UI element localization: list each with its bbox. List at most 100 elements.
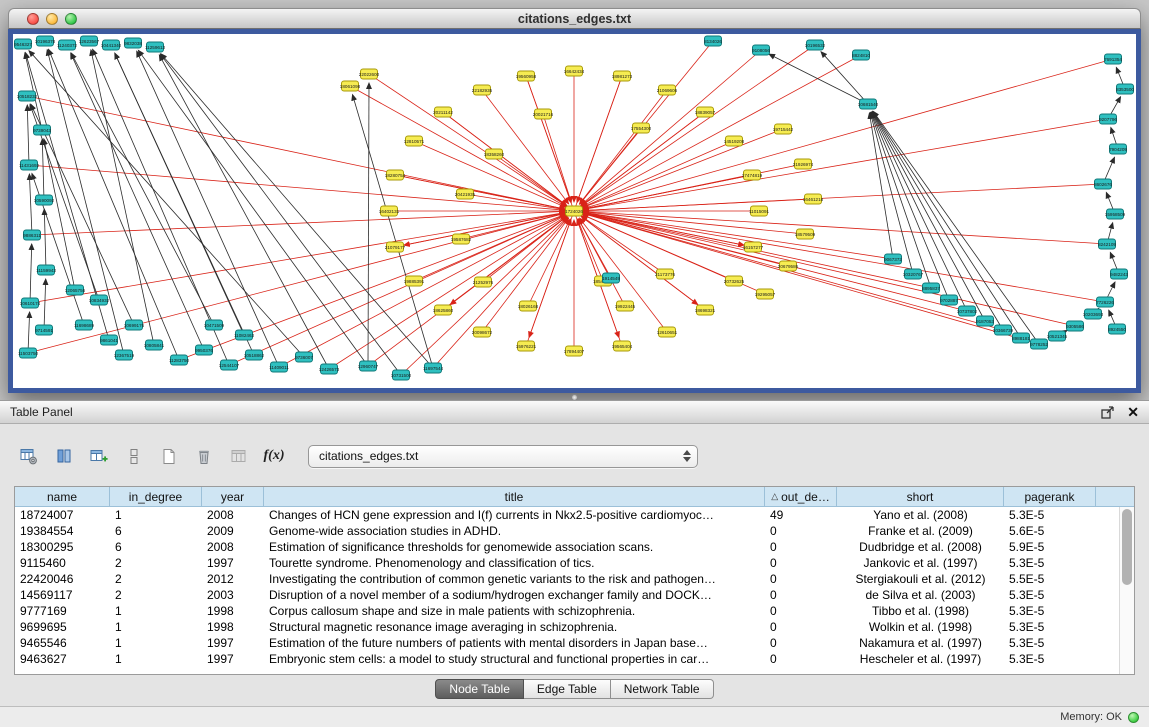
network-canvas[interactable]: 1101509116157277207326251869832112610651… [13,34,1136,388]
graph-node[interactable]: 11503750 [18,348,39,358]
graph-node[interactable]: 10521345 [1047,331,1068,341]
graph-node[interactable]: 8895837 [922,283,940,293]
graph-node[interactable]: 12960747 [358,361,379,371]
graph-node[interactable]: 21926974 [793,159,814,169]
graph-node[interactable]: 11159943 [36,265,56,275]
table-cell[interactable]: Hescheler et al. (1997) [837,651,1004,667]
graph-node[interactable]: 9546327 [14,39,32,49]
table-cell[interactable]: 2 [110,587,202,603]
graph-edge[interactable] [583,119,1108,210]
close-panel-icon[interactable]: ✕ [1127,405,1139,419]
table-cell[interactable]: 0 [765,571,837,587]
graph-node[interactable]: 10320767 [903,269,924,279]
table-cell[interactable]: 49 [765,507,837,523]
graph-node[interactable]: 18698321 [695,305,716,315]
graph-node[interactable]: 16157277 [743,242,764,252]
new-column-icon[interactable] [84,442,114,470]
tab-node-table[interactable]: Node Table [435,679,524,699]
table-cell[interactable]: 1 [110,635,202,651]
graph-node[interactable]: 10471509 [204,320,225,330]
graph-node[interactable]: 11431692 [19,160,40,170]
graph-node[interactable]: 10590092 [34,195,55,205]
graph-node[interactable]: 20098672 [472,327,493,337]
table-cell[interactable]: 5.3E-5 [1004,507,1096,523]
table-cell[interactable]: 0 [765,651,837,667]
table-cell[interactable]: 1 [110,619,202,635]
graph-node[interactable]: 9067372 [884,254,902,264]
function-builder-icon[interactable]: f(x) [259,442,289,470]
graph-node[interactable]: 11015091 [749,206,770,216]
graph-node[interactable]: 11082463 [234,330,255,340]
graph-node[interactable]: 9886311 [23,230,41,240]
column-header-title[interactable]: title [264,487,765,507]
table-cell[interactable]: 19384554 [15,523,110,539]
graph-edge[interactable] [229,215,566,365]
table-cell[interactable]: 5.3E-5 [1004,651,1096,667]
table-cell[interactable]: 1998 [202,619,264,635]
graph-node[interactable]: 18358260 [484,149,505,159]
graph-node[interactable]: 18026168 [518,301,539,311]
graph-node[interactable]: 1914549 [602,273,620,283]
float-panel-icon[interactable] [1101,406,1115,419]
graph-node[interactable]: 14519208 [724,136,745,146]
graph-node[interactable]: 12810571 [404,136,425,146]
graph-edge[interactable] [44,209,46,270]
table-cell[interactable]: Yano et al. (2008) [837,507,1004,523]
graph-node[interactable]: 18839057 [695,107,716,117]
graph-node[interactable]: 17894407 [564,346,585,356]
graph-node[interactable]: 20211142 [433,107,453,117]
graph-node[interactable]: 7726226 [1096,297,1114,307]
table-row[interactable]: 1456911722003Disruption of a novel membe… [15,587,1134,603]
graph-edge[interactable] [583,212,1107,244]
graph-node[interactable]: 18061098 [340,81,361,91]
graph-node[interactable]: 8134026 [704,36,722,46]
table-cell[interactable]: 1997 [202,651,264,667]
table-cell[interactable]: 1997 [202,635,264,651]
graph-node[interactable]: 10518232 [17,91,38,101]
table-cell[interactable]: 9463627 [15,651,110,667]
table-cell[interactable]: Tourette syndrome. Phenomenology and cla… [264,555,765,571]
graph-edge[interactable] [27,105,29,165]
column-header-short[interactable]: short [837,487,1004,507]
graph-node[interactable]: 9739043 [33,125,51,135]
table-row[interactable]: 1830029562008Estimation of significance … [15,539,1134,555]
table-cell[interactable]: 9777169 [15,603,110,619]
graph-node[interactable]: 17474819 [742,170,763,180]
table-row[interactable]: 1872400712008Changes of HCN gene express… [15,507,1134,523]
graph-edge[interactable] [482,218,569,332]
graph-edge[interactable] [582,141,734,207]
table-cell[interactable]: 5.9E-5 [1004,539,1096,555]
graph-node[interactable]: 21173776 [655,269,676,279]
graph-node[interactable]: 11283750 [169,355,190,365]
graph-node[interactable]: 11698689 [74,320,95,330]
graph-edge[interactable] [580,218,668,332]
table-cell[interactable]: 18724007 [15,507,110,523]
table-cell[interactable]: 1997 [202,555,264,571]
show-columns-icon[interactable] [49,442,79,470]
graph-node[interactable]: 16642434 [564,66,585,76]
table-cell[interactable]: 6 [110,523,202,539]
graph-node[interactable]: 11259613 [145,42,166,52]
graph-edge[interactable] [138,50,368,366]
table-cell[interactable]: 1 [110,507,202,523]
tab-network-table[interactable]: Network Table [611,679,714,699]
graph-node[interactable]: 18579509 [795,229,816,239]
graph-node[interactable]: 10805841 [144,340,165,350]
graph-edge[interactable] [42,139,44,200]
graph-node[interactable]: 18280754 [385,170,406,180]
graph-edge[interactable] [581,50,761,205]
table-cell[interactable]: de Silva et al. (2003) [837,587,1004,603]
graph-node[interactable]: 10610174 [20,298,41,308]
table-cell[interactable]: 5.3E-5 [1004,619,1096,635]
table-cell[interactable]: 5.5E-5 [1004,571,1096,587]
table-row[interactable]: 2242004622012Investigating the contribut… [15,571,1134,587]
table-cell[interactable]: 1 [110,651,202,667]
table-cell[interactable]: 2003 [202,587,264,603]
graph-node[interactable]: 12610651 [657,327,678,337]
graph-node[interactable]: 12426573 [319,364,340,374]
graph-node[interactable]: 12367519 [114,350,135,360]
table-row[interactable]: 946362711997Embryonic stem cells: a mode… [15,651,1134,667]
table-cell[interactable]: Estimation of significance thresholds fo… [264,539,765,555]
graph-node[interactable]: 10699176 [124,320,145,330]
graph-node[interactable]: 8602676 [1094,179,1112,189]
